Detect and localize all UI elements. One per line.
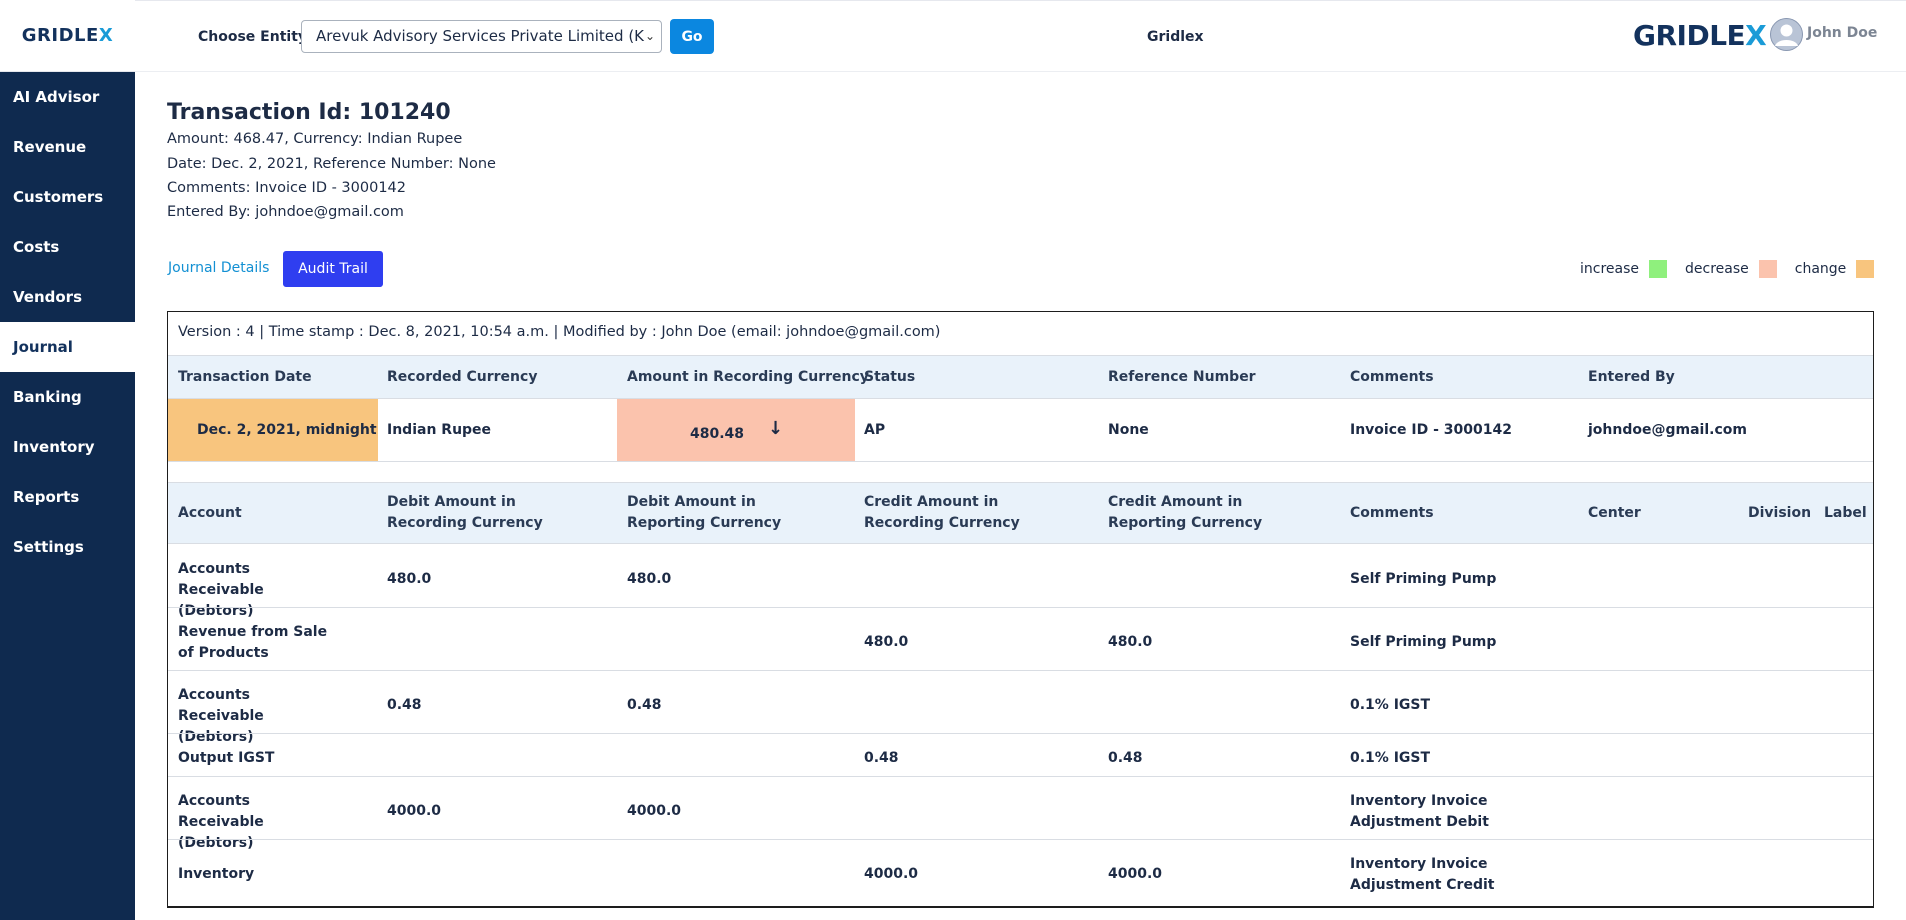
user-icon: [1770, 18, 1803, 51]
page-title: Transaction Id: 101240: [167, 100, 451, 125]
line-debit-recording: 480.0: [387, 571, 432, 587]
entered-by-line: Entered By: johndoe@gmail.com: [167, 204, 404, 220]
logo[interactable]: GRIDLEX: [0, 0, 135, 72]
lines-header-cell: Account: [178, 505, 242, 521]
arrow-down-icon: ↓: [768, 418, 784, 439]
lines-header-cell: Division: [1748, 505, 1812, 521]
line-comments: Self Priming Pump: [1350, 571, 1497, 587]
brand-logo: GRIDLEX: [1633, 19, 1767, 52]
legend-decrease-label: decrease: [1685, 261, 1749, 277]
chevron-down-icon: ⌄: [644, 29, 655, 43]
divider: [168, 670, 1873, 671]
summary-transaction-date: Dec. 2, 2021, midnight: [197, 422, 377, 438]
topbar: Choose Entity Arevuk Advisory Services P…: [135, 0, 1906, 72]
line-account: Accounts Receivable (Debtors): [178, 561, 264, 619]
lines-header-cell: Credit Amount in Reporting Currency: [1108, 494, 1263, 531]
line-account: Output IGST: [178, 750, 275, 766]
tab-audit-trail[interactable]: Audit Trail: [283, 251, 383, 287]
sidebar-item-customers[interactable]: Customers: [0, 172, 135, 222]
legend-change-label: change: [1794, 261, 1847, 277]
app-title: Gridlex: [1147, 29, 1204, 45]
version-line: Version : 4 | Time stamp : Dec. 8, 2021,…: [178, 324, 941, 340]
lines-header-cell: Debit Amount in Recording Currency: [387, 494, 543, 531]
line-debit-reporting: 480.0: [627, 571, 672, 587]
line-debit-reporting: 0.48: [627, 697, 662, 713]
lines-header-cell: Debit Amount in Reporting Currency: [627, 494, 782, 531]
lines-header-cell: Comments: [1350, 505, 1434, 521]
date-line: Date: Dec. 2, 2021, Reference Number: No…: [167, 156, 496, 172]
summary-header-cell: Recorded Currency: [387, 369, 538, 385]
sidebar-item-revenue[interactable]: Revenue: [0, 122, 135, 172]
logo-x: X: [1745, 19, 1767, 52]
line-account: Accounts Receivable (Debtors): [178, 793, 264, 851]
logo-text: GRIDLEX: [21, 25, 114, 46]
summary-entered-by: johndoe@gmail.com: [1588, 422, 1747, 438]
summary-recorded-currency: Indian Rupee: [387, 422, 492, 438]
line-credit-reporting: 480.0: [1108, 634, 1153, 650]
main-content: Transaction Id: 101240 Amount: 468.47, C…: [135, 72, 1906, 920]
summary-header-cell: Reference Number: [1108, 369, 1256, 385]
line-comments: Self Priming Pump: [1350, 634, 1497, 650]
legend-increase-label: increase: [1580, 261, 1640, 277]
legend-decrease-swatch: [1758, 260, 1777, 278]
line-comments: 0.1% IGST: [1350, 750, 1431, 766]
summary-header: Transaction Date Recorded Currency Amoun…: [168, 355, 1873, 399]
lines-header-cell: Label: [1824, 505, 1867, 521]
line-account: Inventory: [178, 866, 255, 882]
line-comments: Inventory Invoice Adjustment Debit: [1350, 793, 1489, 830]
sidebar-item-inventory[interactable]: Inventory: [0, 422, 135, 472]
lines-header: Account Debit Amount in Recording Curren…: [168, 482, 1873, 544]
line-credit-recording: 0.48: [864, 750, 899, 766]
line-credit-reporting: 4000.0: [1108, 866, 1163, 882]
legend-increase-swatch: [1649, 260, 1668, 278]
summary-reference-number: None: [1108, 422, 1149, 438]
summary-amount: 480.48: [690, 426, 745, 442]
line-account: Revenue from Sale of Products: [178, 624, 328, 661]
sidebar-item-journal[interactable]: Journal: [0, 322, 135, 372]
legend-change-swatch: [1856, 260, 1875, 278]
line-debit-recording: 0.48: [387, 697, 422, 713]
sidebar: GRIDLEX AI Advisor Revenue Customers Cos…: [0, 0, 135, 920]
audit-panel: Version : 4 | Time stamp : Dec. 8, 2021,…: [167, 311, 1874, 908]
line-debit-reporting: 4000.0: [627, 803, 682, 819]
amount-line: Amount: 468.47, Currency: Indian Rupee: [167, 131, 463, 147]
line-account: Accounts Receivable (Debtors): [178, 687, 264, 745]
sidebar-item-reports[interactable]: Reports: [0, 472, 135, 522]
comments-line: Comments: Invoice ID - 3000142: [167, 180, 407, 196]
line-credit-recording: 4000.0: [864, 866, 919, 882]
summary-header-cell: Status: [864, 369, 916, 385]
entity-label: Choose Entity: [198, 29, 308, 45]
summary-header-cell: Amount in Recording Currency: [627, 369, 869, 385]
line-debit-recording: 4000.0: [387, 803, 442, 819]
avatar[interactable]: [1770, 18, 1803, 51]
divider: [168, 733, 1873, 734]
entity-select[interactable]: Arevuk Advisory Services Private Limited…: [301, 20, 662, 53]
summary-header-cell: Comments: [1350, 369, 1434, 385]
line-credit-recording: 480.0: [864, 634, 909, 650]
entity-select-value: Arevuk Advisory Services Private Limited…: [316, 27, 645, 45]
divider: [168, 461, 1873, 462]
sidebar-item-settings[interactable]: Settings: [0, 522, 135, 572]
summary-comments: Invoice ID - 3000142: [1350, 422, 1512, 438]
lines-header-cell: Center: [1588, 505, 1641, 521]
divider: [168, 839, 1873, 840]
go-button[interactable]: Go: [670, 19, 714, 54]
sidebar-item-costs[interactable]: Costs: [0, 222, 135, 272]
tab-journal-details[interactable]: Journal Details: [168, 260, 269, 276]
sidebar-item-banking[interactable]: Banking: [0, 372, 135, 422]
sidebar-item-vendors[interactable]: Vendors: [0, 272, 135, 322]
line-credit-reporting: 0.48: [1108, 750, 1143, 766]
summary-header-cell: Entered By: [1588, 369, 1675, 385]
user-name[interactable]: John Doe: [1807, 25, 1877, 41]
line-comments: 0.1% IGST: [1350, 697, 1431, 713]
summary-header-cell: Transaction Date: [178, 369, 312, 385]
sidebar-item-ai-advisor[interactable]: AI Advisor: [0, 72, 135, 122]
line-comments: Inventory Invoice Adjustment Credit: [1350, 856, 1495, 893]
lines-header-cell: Credit Amount in Recording Currency: [864, 494, 1020, 531]
legend: increase decrease change: [1580, 260, 1875, 278]
summary-status: AP: [864, 422, 886, 438]
divider: [168, 607, 1873, 608]
logo-x: X: [98, 25, 114, 46]
divider: [168, 776, 1873, 777]
